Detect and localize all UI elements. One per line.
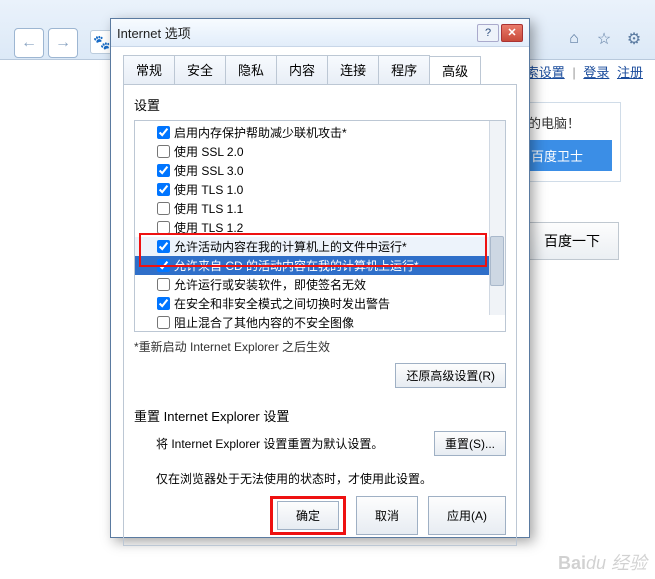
tree-row[interactable]: 允许活动内容在我的计算机上的文件中运行* bbox=[135, 237, 505, 256]
tree-checkbox[interactable] bbox=[157, 297, 170, 310]
tree-item-label: 阻止混合了其他内容的不安全图像 bbox=[174, 314, 354, 331]
dialog-button-row: 确定 取消 应用(A) bbox=[270, 496, 506, 535]
tab-panel-advanced: 设置 启用内存保护帮助减少联机攻击* 使用 SSL 2.0 使用 SSL 3.0 使用… bbox=[123, 84, 517, 546]
home-icon[interactable]: ⌂ bbox=[561, 26, 587, 52]
tree-item-label: 允许活动内容在我的计算机上的文件中运行* bbox=[174, 238, 407, 255]
settings-tree[interactable]: 启用内存保护帮助减少联机攻击* 使用 SSL 2.0 使用 SSL 3.0 使用 TL… bbox=[134, 120, 506, 332]
watermark: Baidu Baidu 经验经验 bbox=[558, 549, 647, 575]
tree-checkbox[interactable] bbox=[157, 126, 170, 139]
tab-security[interactable]: 安全 bbox=[174, 55, 226, 84]
dialog-tabs: 常规 安全 隐私 内容 连接 程序 高级 bbox=[111, 47, 529, 84]
nav-forward-button[interactable]: → bbox=[48, 28, 78, 58]
tree-row[interactable]: 阻止混合了其他内容的不安全图像 bbox=[135, 313, 505, 332]
chrome-icons: ⌂ ☆ ⚙ bbox=[561, 26, 647, 52]
ok-button[interactable]: 确定 bbox=[277, 501, 339, 530]
favorites-icon[interactable]: ☆ bbox=[591, 26, 617, 52]
tree-checkbox[interactable] bbox=[157, 240, 170, 253]
tab-privacy[interactable]: 隐私 bbox=[225, 55, 277, 84]
tree-row[interactable]: 使用 SSL 3.0 bbox=[135, 161, 505, 180]
tree-item-label: 允许运行或安装软件，即使签名无效 bbox=[174, 276, 366, 293]
tree-item-label: 使用 SSL 3.0 bbox=[174, 162, 244, 179]
reset-note: 仅在浏览器处于无法使用的状态时，才使用此设置。 bbox=[134, 470, 506, 487]
tree-checkbox[interactable] bbox=[157, 259, 170, 272]
tab-programs[interactable]: 程序 bbox=[378, 55, 430, 84]
tab-content[interactable]: 内容 bbox=[276, 55, 328, 84]
dialog-titlebar: Internet 选项 ? ✕ bbox=[111, 19, 529, 47]
settings-label: 设置 bbox=[134, 95, 506, 114]
reset-header: 重置 Internet Explorer 设置 bbox=[134, 406, 506, 425]
restore-advanced-button[interactable]: 还原高级设置(R) bbox=[395, 363, 506, 388]
tree-item-label: 在安全和非安全模式之间切换时发出警告 bbox=[174, 295, 390, 312]
tree-item-label: 使用 TLS 1.2 bbox=[174, 219, 243, 236]
tree-row[interactable]: 使用 SSL 2.0 bbox=[135, 142, 505, 161]
annotation-ok-highlight: 确定 bbox=[270, 496, 346, 535]
scrollbar-thumb[interactable] bbox=[490, 236, 504, 286]
restart-note: *重新启动 Internet Explorer 之后生效 bbox=[134, 338, 506, 355]
tree-item-label: 启用内存保护帮助减少联机攻击* bbox=[174, 124, 347, 141]
gear-icon[interactable]: ⚙ bbox=[621, 26, 647, 52]
tree-item-label: 使用 SSL 2.0 bbox=[174, 143, 244, 160]
tree-row[interactable]: 使用 TLS 1.0 bbox=[135, 180, 505, 199]
link-register[interactable]: 注册 bbox=[617, 65, 643, 80]
tree-row[interactable]: 允许来自 CD 的活动内容在我的计算机上运行* bbox=[135, 256, 505, 275]
tree-row[interactable]: 启用内存保护帮助减少联机攻击* bbox=[135, 123, 505, 142]
separator: | bbox=[572, 65, 575, 80]
tab-connections[interactable]: 连接 bbox=[327, 55, 379, 84]
tree-checkbox[interactable] bbox=[157, 316, 170, 329]
tree-checkbox[interactable] bbox=[157, 221, 170, 234]
reset-description: 将 Internet Explorer 设置重置为默认设置。 bbox=[134, 435, 434, 452]
tree-row[interactable]: 使用 TLS 1.2 bbox=[135, 218, 505, 237]
titlebar-help-button[interactable]: ? bbox=[477, 24, 499, 42]
tab-advanced[interactable]: 高级 bbox=[429, 56, 481, 85]
tree-checkbox[interactable] bbox=[157, 278, 170, 291]
reset-section: 重置 Internet Explorer 设置 将 Internet Explo… bbox=[134, 406, 506, 487]
tree-item-label: 使用 TLS 1.1 bbox=[174, 200, 243, 217]
titlebar-close-button[interactable]: ✕ bbox=[501, 24, 523, 42]
scrollbar-vertical[interactable] bbox=[489, 121, 505, 315]
apply-button[interactable]: 应用(A) bbox=[428, 496, 506, 535]
tree-row[interactable]: 使用 TLS 1.1 bbox=[135, 199, 505, 218]
dialog-title: Internet 选项 bbox=[117, 23, 191, 42]
page-top-links: 搜索设置 | 登录 注册 bbox=[513, 62, 643, 81]
tree-row[interactable]: 在安全和非安全模式之间切换时发出警告 bbox=[135, 294, 505, 313]
nav-back-button[interactable]: ← bbox=[14, 28, 44, 58]
tree-item-label: 使用 TLS 1.0 bbox=[174, 181, 243, 198]
cancel-button[interactable]: 取消 bbox=[356, 496, 418, 535]
restore-row: 还原高级设置(R) bbox=[134, 363, 506, 388]
internet-options-dialog: Internet 选项 ? ✕ 常规 安全 隐私 内容 连接 程序 高级 设置 … bbox=[110, 18, 530, 538]
tree-checkbox[interactable] bbox=[157, 164, 170, 177]
link-login[interactable]: 登录 bbox=[583, 65, 609, 80]
reset-button[interactable]: 重置(S)... bbox=[434, 431, 506, 456]
tree-item-label: 允许来自 CD 的活动内容在我的计算机上运行* bbox=[174, 257, 419, 274]
tree-row[interactable]: 允许运行或安装软件，即使签名无效 bbox=[135, 275, 505, 294]
baidu-search-button[interactable]: 百度一下 bbox=[525, 222, 619, 260]
tab-general[interactable]: 常规 bbox=[123, 55, 175, 84]
tree-checkbox[interactable] bbox=[157, 202, 170, 215]
tree-checkbox[interactable] bbox=[157, 145, 170, 158]
tree-checkbox[interactable] bbox=[157, 183, 170, 196]
